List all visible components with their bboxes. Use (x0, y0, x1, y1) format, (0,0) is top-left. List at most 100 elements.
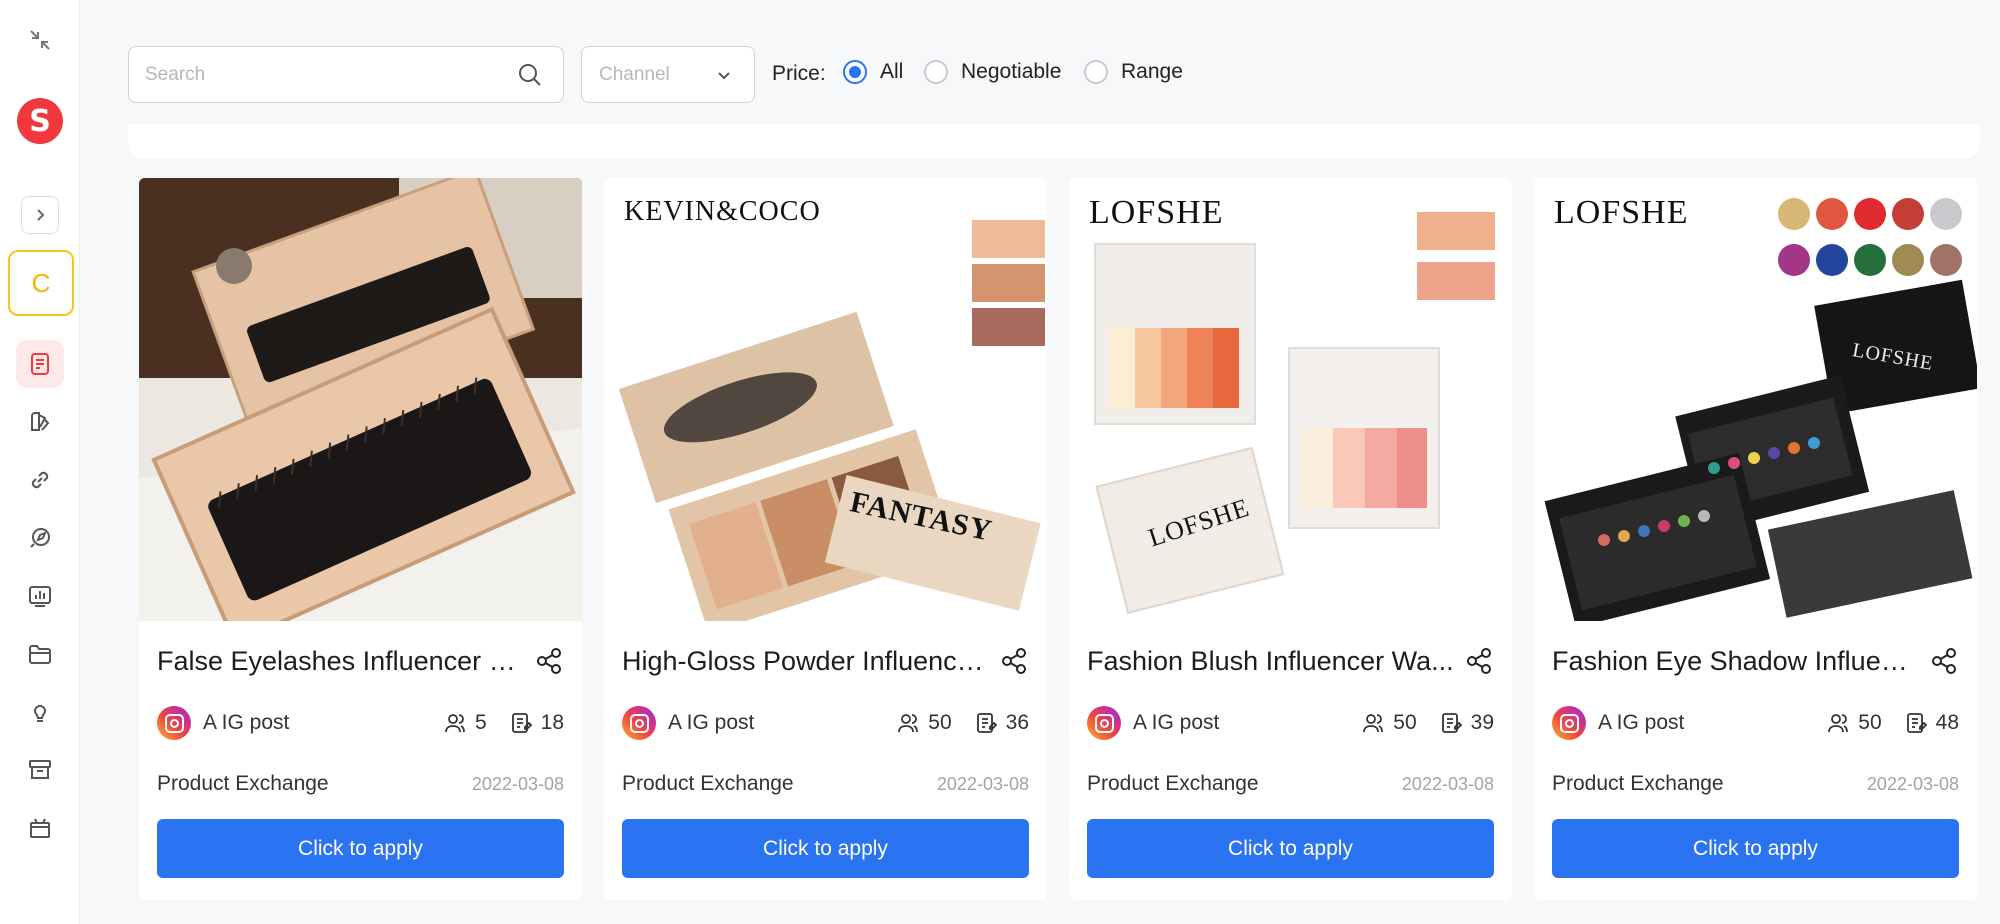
post-icon (1906, 713, 1927, 733)
panel-divider (128, 124, 1980, 158)
campaign-date: 2022-03-08 (1866, 774, 1959, 794)
post-count: 39 (1470, 711, 1494, 734)
card-title[interactable]: High-Gloss Powder Influence... (622, 646, 992, 677)
card-title[interactable]: False Eyelashes Influencer W... (157, 646, 527, 677)
influencer-count: 50 (1858, 711, 1882, 734)
folder-icon (29, 645, 51, 664)
sidebar-item-tasks[interactable] (16, 340, 64, 388)
share-icon[interactable] (1464, 646, 1494, 676)
product-image[interactable]: LOFSHE LOFSHE (1534, 178, 1977, 621)
campaign-type: Product Exchange (1552, 772, 1724, 795)
sidebar-item-reports[interactable] (16, 572, 64, 620)
apply-button[interactable]: Click to apply (1552, 819, 1959, 878)
card-stats: 5 18 (443, 711, 564, 735)
search-input[interactable] (129, 47, 489, 102)
price-radio-range[interactable]: Range (1084, 60, 1183, 84)
product-card: KEVIN&COCO FANTASY High-Gloss Powder Inf… (604, 178, 1047, 900)
avatar[interactable]: C (8, 250, 74, 316)
apply-button[interactable]: Click to apply (157, 819, 564, 878)
channel-placeholder: Channel (599, 63, 670, 85)
sidebar-item-brush[interactable] (16, 398, 64, 446)
collapse-icon[interactable] (16, 16, 64, 64)
instagram-icon (1087, 706, 1121, 740)
task-icon (31, 353, 49, 375)
compass-icon (30, 528, 50, 548)
price-radio-negotiable[interactable]: Negotiable (924, 60, 1061, 84)
bulb-icon (33, 705, 47, 722)
channel-label: A IG post (203, 711, 290, 734)
post-icon (511, 713, 532, 733)
users-icon (898, 714, 919, 733)
campaign-type: Product Exchange (622, 772, 794, 795)
channel-select[interactable]: Channel (581, 46, 755, 103)
price-option-label: All (880, 60, 904, 83)
sidebar-item-store[interactable] (16, 746, 64, 794)
campaign-date: 2022-03-08 (471, 774, 564, 794)
product-image[interactable] (139, 178, 582, 621)
expand-sidebar-button[interactable] (21, 196, 59, 234)
card-meta: A IG post 50 39 (1087, 705, 1494, 741)
channel-label: A IG post (1598, 711, 1685, 734)
card-stats: 50 39 (1361, 711, 1494, 735)
instagram-icon (157, 706, 191, 740)
title-row: Fashion Eye Shadow Influenc... (1552, 644, 1959, 678)
sidebar-item-links[interactable] (16, 456, 64, 504)
share-icon[interactable] (999, 646, 1029, 676)
product-card: False Eyelashes Influencer W... A IG pos… (139, 178, 582, 900)
users-icon (445, 714, 465, 733)
share-icon[interactable] (1929, 646, 1959, 676)
product-image[interactable]: LOFSHE LOFSHE (1069, 178, 1512, 621)
brand-logo: S (17, 98, 63, 144)
apply-button[interactable]: Click to apply (622, 819, 1029, 878)
card-title[interactable]: Fashion Eye Shadow Influenc... (1552, 646, 1922, 677)
post-count: 18 (540, 711, 564, 734)
post-icon (976, 713, 997, 733)
title-row: False Eyelashes Influencer W... (157, 644, 564, 678)
influencer-count: 50 (1393, 711, 1417, 734)
instagram-icon (622, 706, 656, 740)
post-count: 36 (1005, 711, 1029, 734)
radio-unchecked-icon (924, 60, 948, 84)
campaign-date: 2022-03-08 (1401, 774, 1494, 794)
radio-unchecked-icon (1084, 60, 1108, 84)
channel-label: A IG post (1133, 711, 1220, 734)
post-count: 48 (1935, 711, 1959, 734)
blush-illustration (1094, 212, 1495, 615)
sidebar-item-ideas[interactable] (16, 688, 64, 736)
card-meta: A IG post 5 18 (157, 705, 564, 741)
brush-icon (31, 412, 50, 431)
search-box (128, 46, 564, 103)
campaign-type: Product Exchange (157, 772, 329, 795)
avatar-letter: C (31, 267, 51, 298)
eyeshadow-illustration (1544, 198, 1977, 621)
eyelashes-illustration (139, 178, 582, 621)
sidebar-item-gifts[interactable] (16, 804, 64, 852)
card-stats: 50 36 (896, 711, 1029, 735)
sidebar-item-files[interactable] (16, 630, 64, 678)
price-option-label: Negotiable (961, 60, 1062, 83)
price-option-label: Range (1121, 60, 1183, 83)
card-meta: A IG post 50 48 (1552, 705, 1959, 741)
radio-checked-icon (843, 60, 867, 84)
apply-button[interactable]: Click to apply (1087, 819, 1494, 878)
price-radio-all[interactable]: All (843, 60, 903, 84)
card-stats: 50 48 (1826, 711, 1959, 735)
sidebar-item-explore[interactable] (16, 514, 64, 562)
gift-icon (30, 818, 50, 838)
influencer-count: 50 (928, 711, 952, 734)
title-row: High-Gloss Powder Influence... (622, 644, 1029, 678)
share-icon[interactable] (534, 646, 564, 676)
product-card: LOFSHE LOFSHE Fashion Blush Influencer W… (1069, 178, 1512, 900)
card-title[interactable]: Fashion Blush Influencer Wa... (1087, 646, 1454, 677)
campaign-date: 2022-03-08 (936, 774, 1029, 794)
chart-icon (29, 586, 51, 607)
title-row: Fashion Blush Influencer Wa... (1087, 644, 1494, 678)
search-icon[interactable] (517, 62, 543, 88)
campaign-type: Product Exchange (1087, 772, 1259, 795)
influencer-count: 5 (474, 711, 487, 734)
product-image[interactable]: KEVIN&COCO FANTASY (604, 178, 1047, 621)
users-icon (1363, 714, 1384, 733)
instagram-icon (1552, 706, 1586, 740)
post-icon (1441, 713, 1462, 733)
price-label: Price: (772, 62, 826, 85)
